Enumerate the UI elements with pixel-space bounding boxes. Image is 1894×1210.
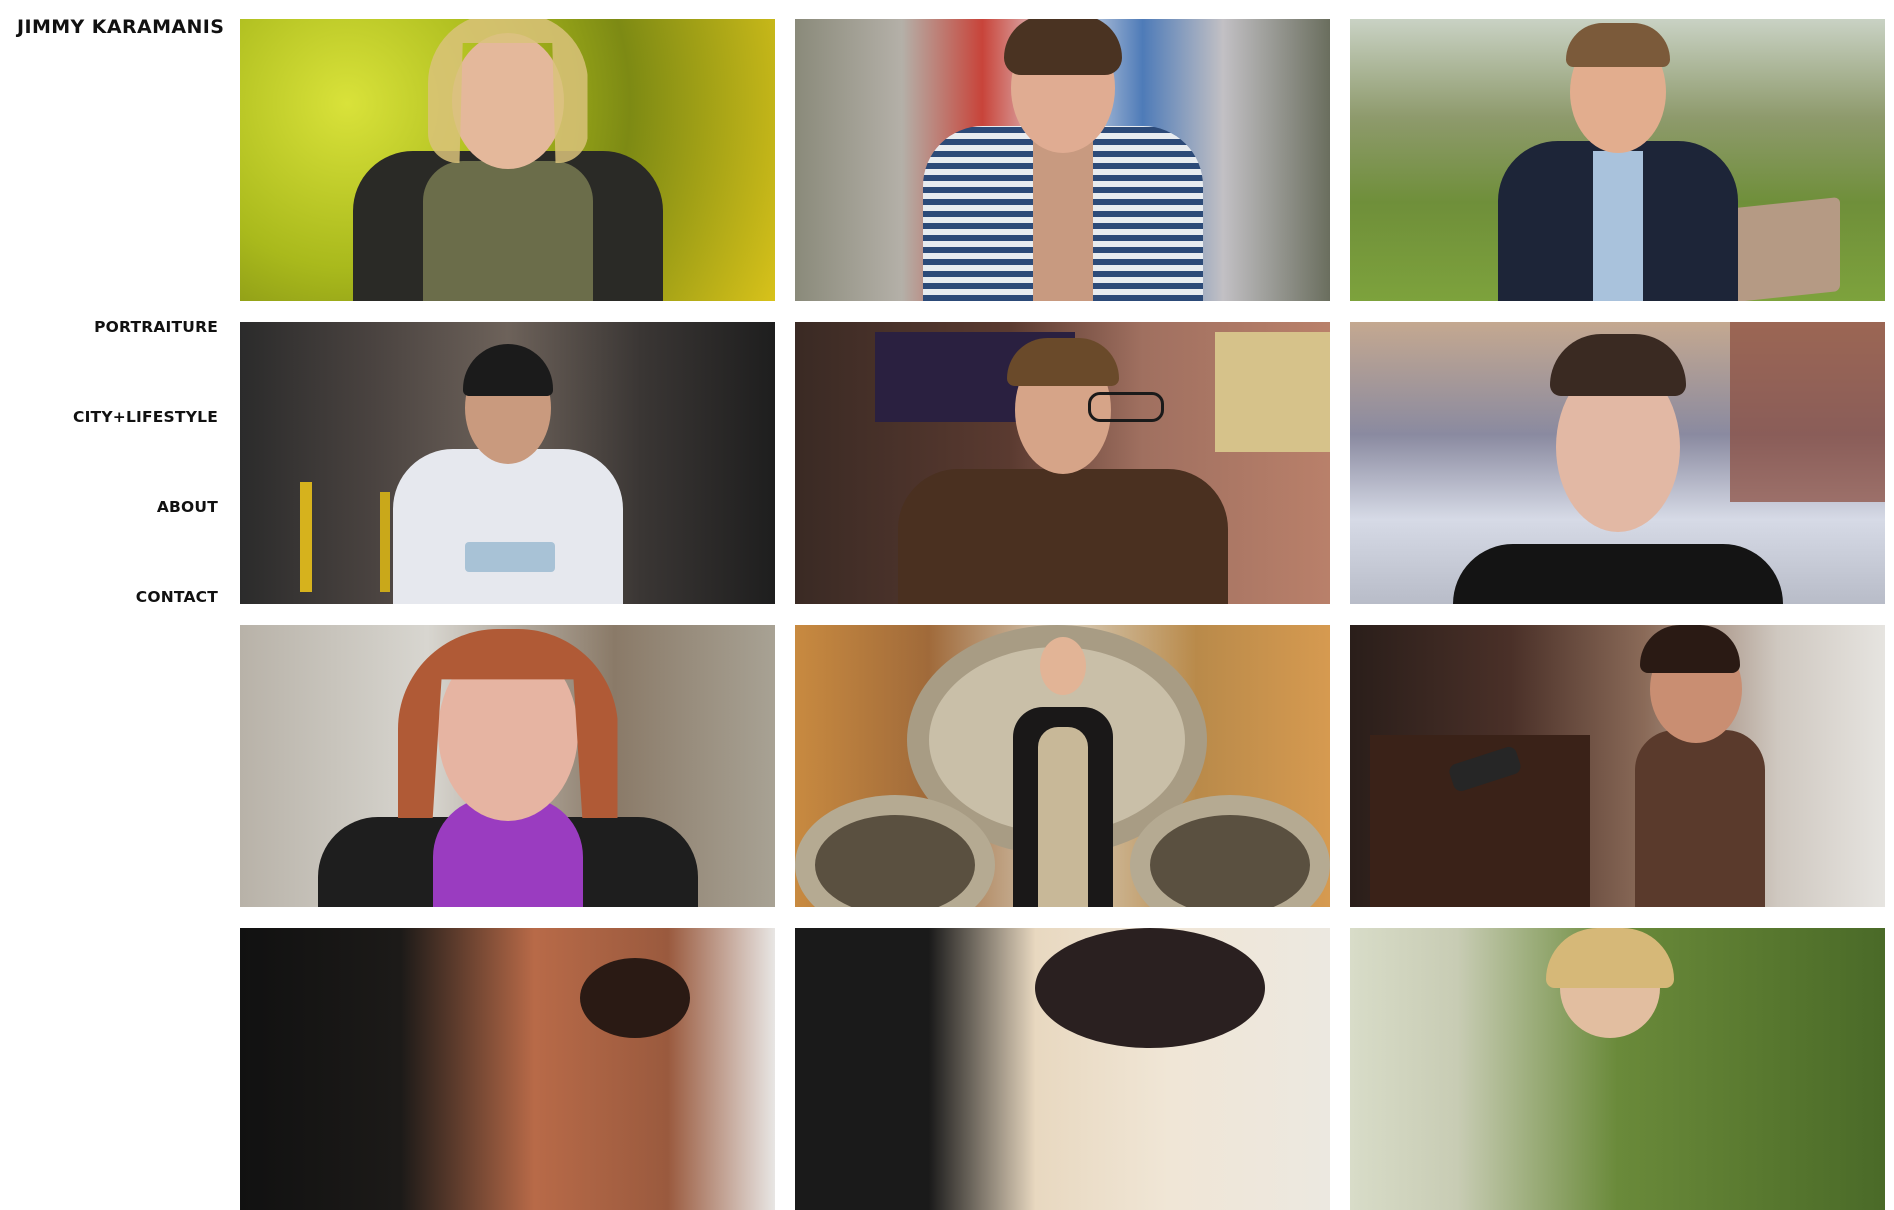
photo-gallery: [240, 19, 1886, 1210]
nav-item-contact[interactable]: CONTACT: [136, 588, 218, 606]
gallery-photo[interactable]: [1350, 625, 1885, 907]
main-nav: PORTRAITURE CITY+LIFESTYLE ABOUT CONTACT: [0, 0, 218, 1006]
gallery-photo[interactable]: [795, 928, 1330, 1210]
gallery-photo[interactable]: [240, 625, 775, 907]
gallery-photo[interactable]: [240, 19, 775, 301]
nav-item-city-lifestyle[interactable]: CITY+LIFESTYLE: [73, 408, 218, 426]
gallery-photo[interactable]: [240, 928, 775, 1210]
gallery-photo[interactable]: [1350, 928, 1885, 1210]
nav-item-portraiture[interactable]: PORTRAITURE: [94, 318, 218, 336]
gallery-photo[interactable]: [795, 19, 1330, 301]
gallery-photo[interactable]: [1350, 322, 1885, 604]
nav-item-about[interactable]: ABOUT: [157, 498, 218, 516]
gallery-photo[interactable]: [240, 322, 775, 604]
gallery-photo[interactable]: [795, 625, 1330, 907]
gallery-photo[interactable]: [1350, 19, 1885, 301]
gallery-photo[interactable]: [795, 322, 1330, 604]
